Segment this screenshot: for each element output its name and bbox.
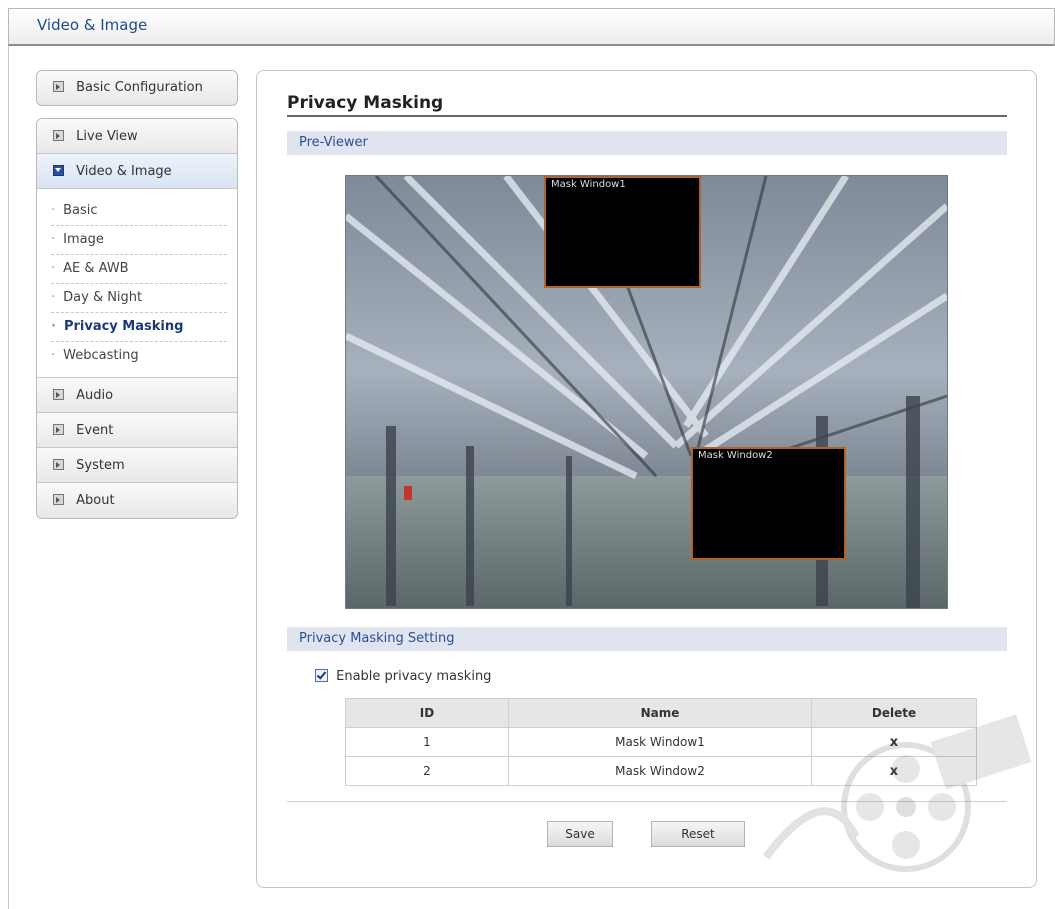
top-header-bar: Video & Image: [8, 8, 1055, 46]
enable-privacy-masking-label: Enable privacy masking: [336, 669, 492, 684]
expand-arrow-icon: [53, 130, 64, 141]
sidebar-item-video-image[interactable]: Video & Image: [37, 154, 237, 189]
title-divider: [287, 115, 1007, 117]
expand-arrow-icon: [53, 424, 64, 435]
sidebar-item-label: Video & Image: [76, 164, 172, 179]
submenu-item-privacy-masking[interactable]: · Privacy Masking: [51, 313, 227, 342]
sidebar-item-label: Basic Configuration: [76, 80, 203, 95]
sidebar-item-about[interactable]: About: [37, 483, 237, 518]
collapse-arrow-icon: [53, 165, 64, 176]
sidebar-item-system[interactable]: System: [37, 448, 237, 483]
expand-arrow-icon: [53, 459, 64, 470]
video-image-submenu: · Basic · Image · AE & AWB · Day & Night · Pr…: [37, 189, 237, 378]
sidebar-item-event[interactable]: Event: [37, 413, 237, 448]
enable-privacy-masking-row[interactable]: Enable privacy masking: [315, 669, 491, 684]
sidebar-item-audio[interactable]: Audio: [37, 378, 237, 413]
sidebar-item-label: System: [76, 458, 125, 473]
submenu-item-basic[interactable]: · Basic: [51, 197, 227, 226]
pre-viewer-section-header: Pre-Viewer: [287, 131, 1007, 155]
enable-privacy-masking-checkbox[interactable]: [315, 669, 328, 682]
expand-arrow-icon: [53, 494, 64, 505]
sidebar-item-label: About: [76, 493, 115, 508]
header-title: Video & Image: [37, 16, 148, 34]
sidebar-item-label: Audio: [76, 388, 114, 403]
submenu-item-ae-awb[interactable]: · AE & AWB: [51, 255, 227, 284]
sidebar-item-label: Live View: [76, 129, 138, 144]
save-button[interactable]: Save: [547, 821, 613, 847]
reset-button[interactable]: Reset: [651, 821, 745, 847]
submenu-item-webcasting[interactable]: · Webcasting: [51, 342, 227, 371]
page-title: Privacy Masking: [287, 93, 444, 113]
sidebar-basic-configuration[interactable]: Basic Configuration: [36, 70, 238, 106]
column-header-id: ID: [345, 698, 509, 728]
expand-arrow-icon: [53, 81, 64, 92]
film-reel-decoration-icon: [762, 714, 1032, 872]
main-panel: Privacy Masking Pre-Viewer Mask Window1 …: [256, 70, 1037, 888]
cell-id: 2: [345, 756, 509, 786]
mask-window-1[interactable]: Mask Window1: [544, 176, 701, 288]
cell-id: 1: [345, 727, 509, 757]
submenu-item-day-night[interactable]: · Day & Night: [51, 284, 227, 313]
video-pre-viewer[interactable]: Mask Window1 Mask Window2: [345, 175, 948, 609]
expand-arrow-icon: [53, 389, 64, 400]
sidebar-item-live-view[interactable]: Live View: [37, 119, 237, 154]
sidebar-item-label: Event: [76, 423, 114, 438]
sidebar-menu: Live View Video & Image · Basic · Image · A…: [36, 118, 238, 519]
submenu-item-image[interactable]: · Image: [51, 226, 227, 255]
privacy-masking-setting-section-header: Privacy Masking Setting: [287, 627, 1007, 651]
mask-window-2[interactable]: Mask Window2: [691, 447, 846, 560]
